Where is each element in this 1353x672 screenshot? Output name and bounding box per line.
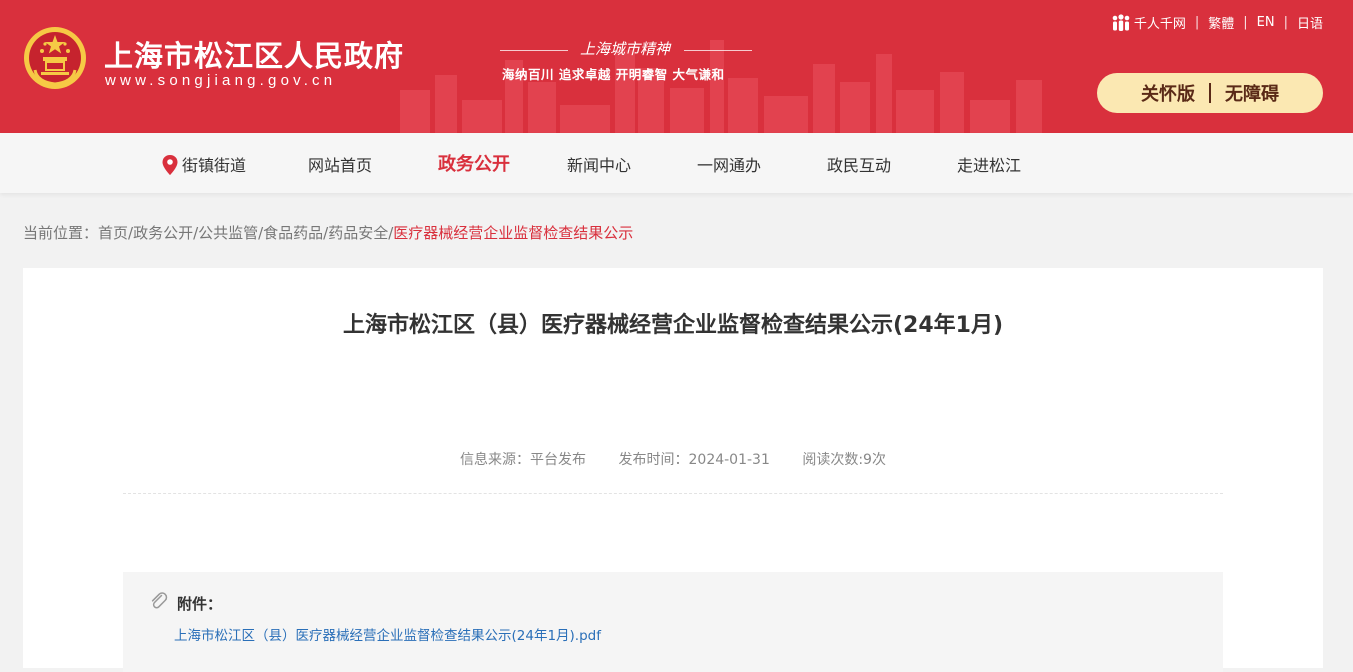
article-title: 上海市松江区（县）医疗器械经营企业监督检查结果公示(24年1月) [342, 313, 1004, 338]
care-accessibility-pill: 关怀版 无障碍 [1097, 73, 1323, 113]
nav-item-streets[interactable]: 街镇街道 [162, 152, 246, 176]
breadcrumb: 当前位置：首页/政务公开/公共监管/食品药品/药品安全/医疗器械经营企业监督检查… [23, 222, 633, 243]
city-spirit-slogans: 海纳百川 追求卓越 开明睿智 大气谦和 [502, 67, 725, 82]
article-publish-time: 发布时间：2024-01-31 [618, 452, 770, 468]
spirit-divider-right [684, 50, 752, 51]
nav-item-label: 街镇街道 [182, 156, 247, 175]
lang-link-japanese[interactable]: 日语 [1297, 13, 1323, 32]
city-skyline-decoration [400, 40, 1042, 133]
care-mode-button[interactable]: 关怀版 [1141, 80, 1195, 106]
article-card: 上海市松江区（县）医疗器械经营企业监督检查结果公示(24年1月) 信息来源：平台… [23, 268, 1323, 672]
city-spirit-title: 上海城市精神 [579, 40, 670, 58]
site-domain: www.songjiang.gov.cn [105, 72, 337, 89]
breadcrumb-current[interactable]: 医疗器械经营企业监督检查结果公示 [393, 224, 633, 242]
location-pin-icon [162, 155, 178, 175]
paperclip-icon [151, 592, 168, 609]
breadcrumb-prefix: 当前位置： [23, 224, 99, 242]
article-views: 阅读次数:9次 [802, 452, 886, 468]
attachment-box: 附件： 上海市松江区（县）医疗器械经营企业监督检查结果公示(24年1月).pdf [123, 572, 1223, 672]
lang-link-english[interactable]: EN [1257, 15, 1275, 30]
main-nav: 街镇街道 网站首页 政务公开 新闻中心 一网通办 政民互动 走进松江 [0, 133, 1353, 193]
lang-separator: | [1243, 15, 1248, 30]
nav-item-about[interactable]: 走进松江 [957, 152, 1021, 176]
lang-link-traditional[interactable]: 繁體 [1208, 13, 1234, 32]
national-emblem-icon [24, 27, 86, 89]
lang-separator: | [1194, 15, 1200, 30]
breadcrumb-path[interactable]: 首页/政务公开/公共监管/食品药品/药品安全/ [98, 224, 393, 242]
nav-item-online-service[interactable]: 一网通办 [697, 152, 761, 176]
meta-divider [123, 493, 1223, 494]
people-icon [1112, 13, 1130, 31]
nav-item-news[interactable]: 新闻中心 [567, 152, 631, 176]
pill-divider [1209, 83, 1211, 103]
nav-item-home[interactable]: 网站首页 [308, 152, 372, 176]
nav-item-interaction[interactable]: 政民互动 [827, 152, 891, 176]
lang-link-qianren[interactable]: 千人千网 [1134, 13, 1186, 32]
lang-separator: | [1283, 15, 1288, 30]
article-source: 信息来源：平台发布 [460, 452, 587, 468]
nav-item-gov-affairs[interactable]: 政务公开 [438, 150, 510, 176]
accessibility-button[interactable]: 无障碍 [1225, 80, 1279, 106]
attachment-pdf-link[interactable]: 上海市松江区（县）医疗器械经营企业监督检查结果公示(24年1月).pdf [174, 624, 601, 644]
language-bar: 千人千网 | 繁體 | EN | 日语 [1111, 13, 1323, 32]
attachment-label: 附件： [177, 595, 223, 613]
site-header: 上海市松江区人民政府 www.songjiang.gov.cn 上海城市精神 海… [0, 0, 1353, 133]
site-name[interactable]: 上海市松江区人民政府 [104, 33, 404, 75]
article-meta: 信息来源：平台发布 发布时间：2024-01-31 阅读次数:9次 [23, 449, 1323, 469]
